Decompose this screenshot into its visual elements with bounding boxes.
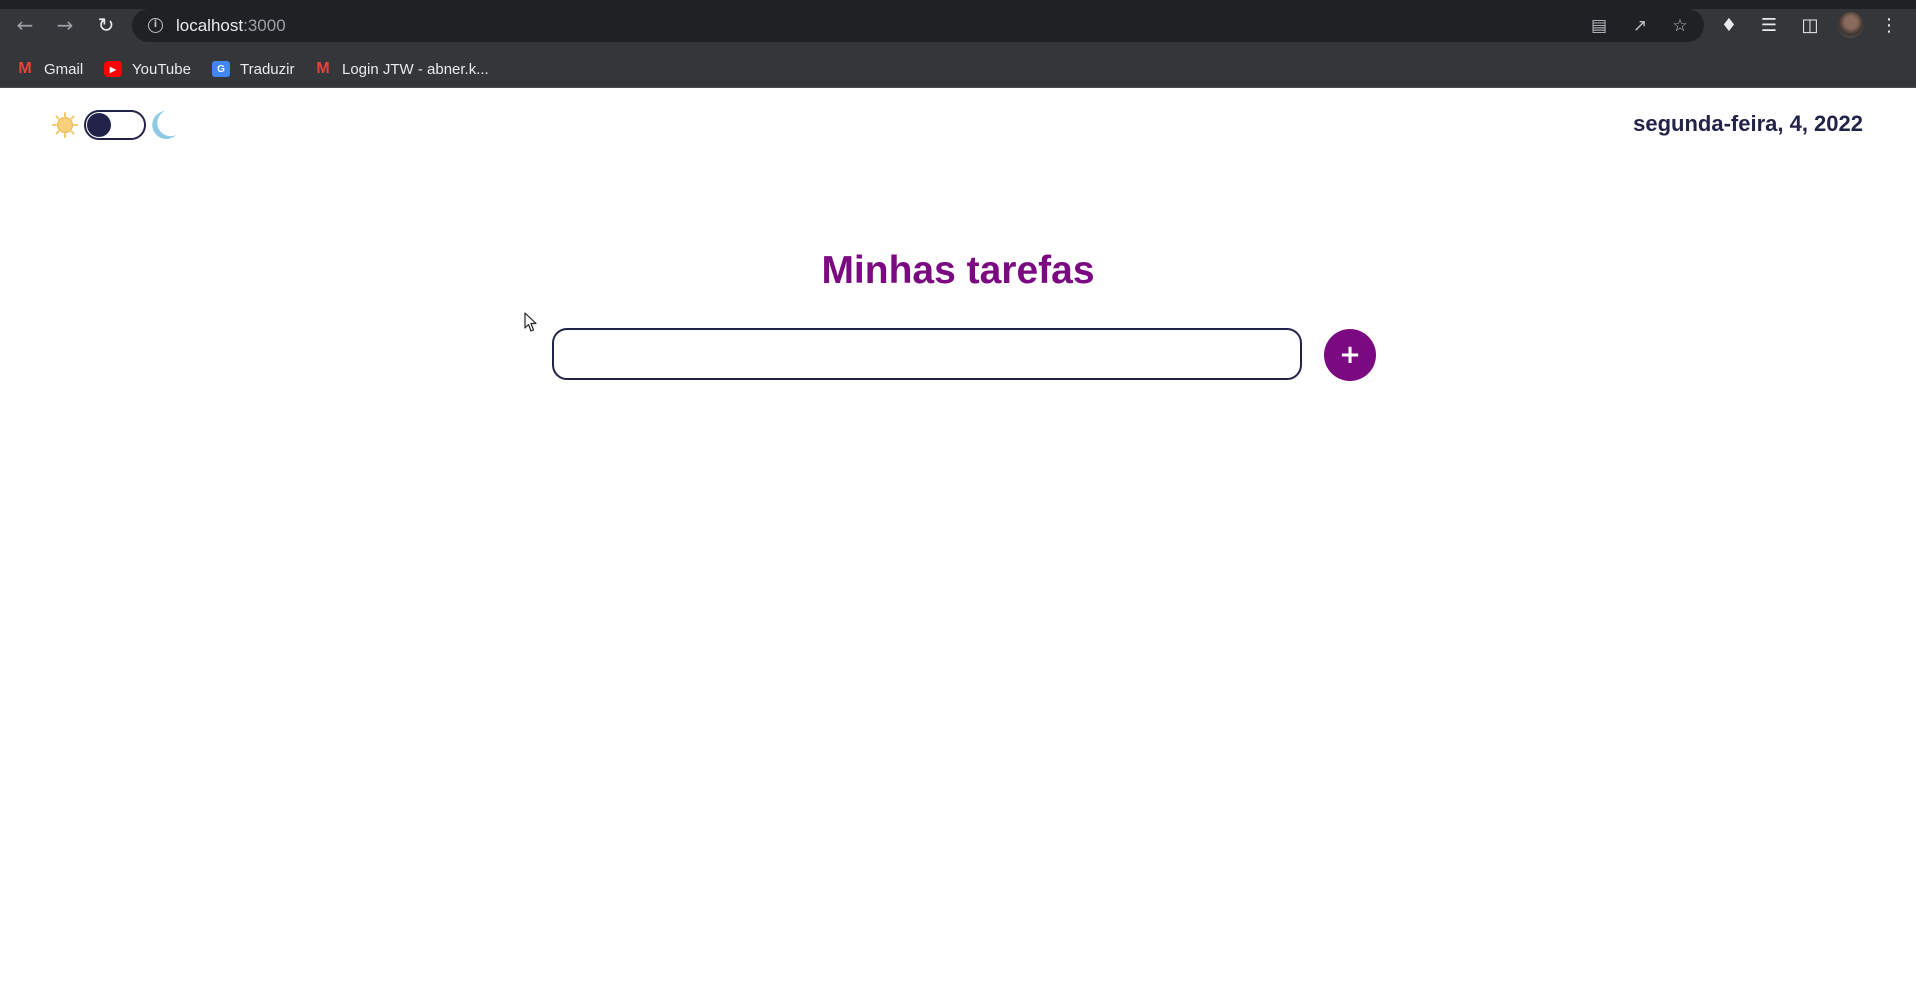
browser-toolbar: ← → ↻ i localhost:3000 ▤ ↗ ☆ ♦ ☰ ◫ ⋮: [0, 0, 1916, 50]
bookmark-label: YouTube: [132, 60, 191, 78]
youtube-icon: ▶: [104, 61, 122, 77]
info-icon[interactable]: i: [148, 18, 163, 33]
bookmarks-bar: M Gmail ▶ YouTube G Traduzir M Login JTW…: [0, 50, 1916, 88]
bookmark-youtube[interactable]: ▶ YouTube: [104, 58, 191, 80]
tab-strip: [0, 0, 1916, 9]
forward-arrow-icon[interactable]: →: [51, 11, 79, 39]
puzzle-icon[interactable]: ♦: [1716, 12, 1742, 38]
date-display: segunda-feira, 4, 2022: [1633, 111, 1863, 136]
back-arrow-icon[interactable]: ←: [11, 11, 39, 39]
profile-avatar[interactable]: [1838, 12, 1864, 38]
theme-switch[interactable]: [84, 110, 146, 140]
page-title: Minhas tarefas: [821, 249, 1095, 292]
bookmark-login-jtw[interactable]: M Login JTW - abner.k...: [314, 58, 489, 80]
bookmark-gmail[interactable]: M Gmail: [16, 58, 83, 80]
media-queue-icon[interactable]: ☰: [1756, 12, 1782, 38]
translate-icon[interactable]: ▤: [1588, 15, 1610, 37]
share-icon[interactable]: ↗: [1629, 15, 1651, 37]
address-bar[interactable]: i localhost:3000 ▤ ↗ ☆: [132, 9, 1704, 42]
bookmark-label: Login JTW - abner.k...: [342, 60, 489, 78]
add-task-button[interactable]: +: [1324, 329, 1376, 381]
kebab-menu-icon[interactable]: ⋮: [1876, 12, 1902, 38]
google-translate-icon: G: [212, 61, 230, 77]
switch-knob: [87, 113, 111, 137]
reload-icon[interactable]: ↻: [92, 11, 120, 39]
url-text[interactable]: localhost:3000: [176, 16, 286, 36]
moon-icon: [152, 111, 176, 139]
task-input[interactable]: [552, 328, 1302, 380]
url-port: :3000: [243, 16, 286, 35]
bookmark-label: Traduzir: [240, 60, 295, 78]
url-host: localhost: [176, 16, 244, 35]
bookmark-label: Gmail: [44, 60, 84, 78]
side-panel-icon[interactable]: ◫: [1797, 12, 1823, 38]
star-icon[interactable]: ☆: [1669, 15, 1691, 37]
mouse-cursor-icon: [524, 312, 537, 332]
gmail-icon: M: [18, 60, 32, 77]
page-content: segunda-feira, 4, 2022 Minhas tarefas +: [0, 89, 1916, 981]
sun-icon: [52, 112, 78, 138]
gmail-icon: M: [316, 60, 330, 77]
theme-toggle[interactable]: [52, 108, 182, 140]
bookmark-traduzir[interactable]: G Traduzir: [212, 58, 294, 80]
